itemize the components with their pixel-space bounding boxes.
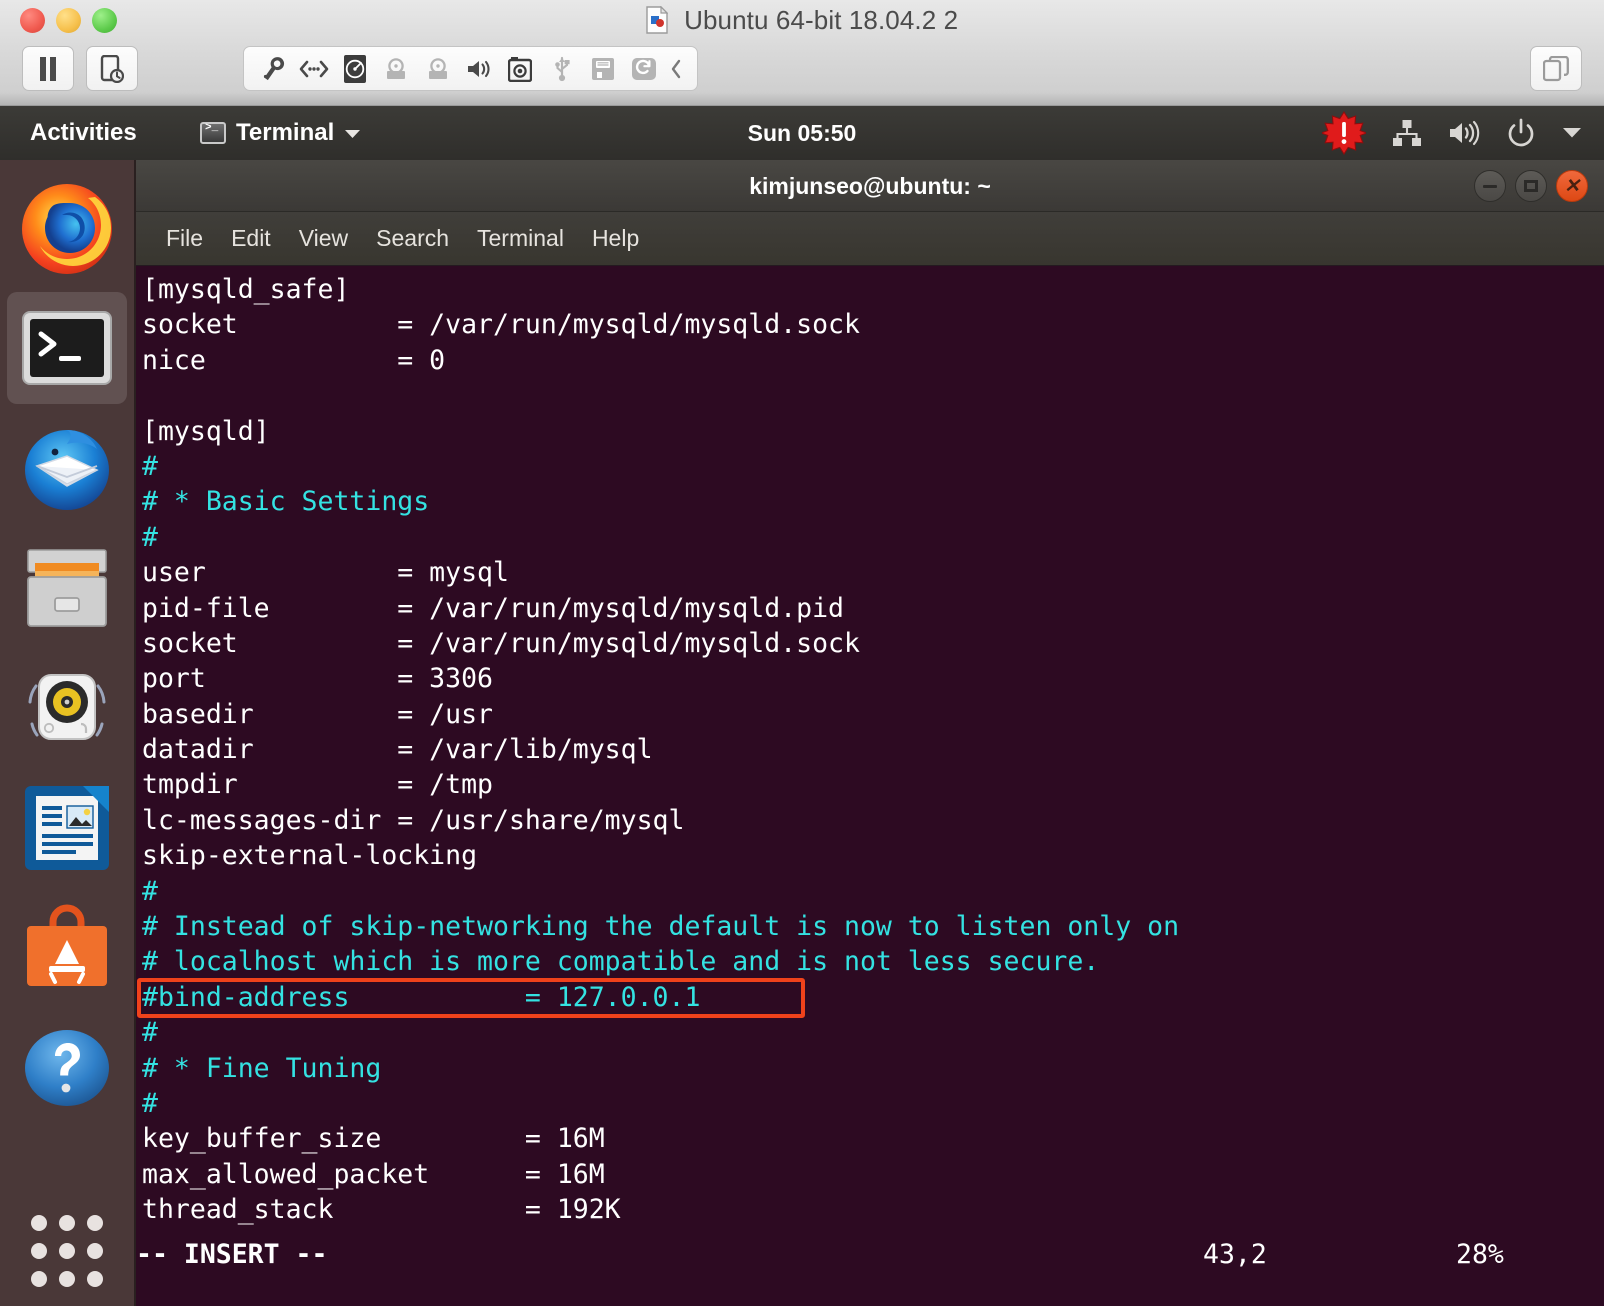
terminal-line: # Instead of skip-networking the default… [142,911,1180,943]
activities-label: Activities [30,119,137,146]
terminal-window-controls: ✕ [1474,160,1588,212]
unity-view-button[interactable] [1530,46,1582,91]
terminal-line: max_allowed_packet = 16M [142,1158,605,1190]
vim-cursor-position: 43,2 [1203,1238,1267,1270]
camera-icon[interactable] [501,49,540,89]
vm-window-title-bar: Ubuntu 64-bit 18.04.2 2 [0,5,1604,36]
terminal-line: # localhost which is more compatible and… [142,946,1100,978]
terminal-screen[interactable]: [mysqld_safe]socket = /var/run/mysqld/my… [136,266,1604,1306]
gnome-top-panel: Activities Terminal Sun 05:50 [0,106,1604,160]
app-grid-icon [31,1215,103,1287]
terminal-line: #bind-address = 127.0.0.1 [142,981,701,1013]
dock-item-rhythmbox[interactable] [7,652,127,764]
clock-label: Sun 05:50 [747,119,857,146]
terminal-line: # * Basic Settings [142,486,430,518]
minimize-button[interactable] [1474,170,1506,202]
vim-mode-indicator: -- INSERT -- [136,1238,328,1270]
show-applications-button[interactable] [7,1196,127,1306]
menu-search[interactable]: Search [362,219,463,258]
terminal-line: # [142,521,158,553]
menu-file[interactable]: File [152,219,217,258]
vim-status-line: -- INSERT -- 43,2 28% [136,1237,1598,1272]
terminal-line: pid-file = /var/run/mysqld/mysqld.pid [142,592,844,624]
terminal-window: kimjunseo@ubuntu: ~ ✕ File Edit View Sea… [136,160,1604,1306]
terminal-line: # [142,1087,158,1119]
floppy-drive-icon[interactable] [583,49,622,89]
terminal-line: nice = 0 [142,344,446,376]
maximize-button[interactable] [1515,170,1547,202]
network-adapter-icon[interactable] [294,49,333,89]
chevron-down-icon [344,119,361,147]
vm-toolbar-left [22,46,138,91]
menu-terminal[interactable]: Terminal [463,219,578,258]
wired-network-icon[interactable] [1392,119,1422,147]
terminal-line: [mysqld] [142,415,270,447]
dock-item-libreoffice-writer[interactable] [7,772,127,884]
terminal-line: # * Fine Tuning [142,1052,382,1084]
collapse-chevron-icon[interactable] [666,49,688,89]
terminal-line: user = mysql [142,557,509,589]
menu-help[interactable]: Help [578,219,653,258]
vm-window-chrome: Ubuntu 64-bit 18.04.2 2 [0,0,1604,106]
terminal-menu-bar: File Edit View Search Terminal Help [136,212,1604,266]
system-menu-chevron-icon[interactable] [1562,127,1582,139]
terminal-line: datadir = /var/lib/mysql [142,734,653,766]
terminal-line: basedir = /usr [142,698,493,730]
dock-item-ubuntu-software[interactable] [7,892,127,1004]
pause-button[interactable] [22,46,74,91]
volume-icon[interactable] [1448,119,1480,147]
menu-edit[interactable]: Edit [217,219,285,258]
hard-disk-icon[interactable] [336,49,375,89]
snapshot-button[interactable] [86,46,138,91]
app-menu-label: Terminal [236,119,335,146]
dock-item-terminal[interactable] [7,292,127,404]
terminal-text-buffer: [mysqld_safe]socket = /var/run/mysqld/my… [142,272,1604,1228]
cd-dvd-drive-2-icon[interactable] [418,49,457,89]
terminal-line: # [142,1017,158,1049]
cd-dvd-drive-icon[interactable] [377,49,416,89]
vm-document-icon [646,5,669,34]
shared-folders-icon[interactable] [625,49,664,89]
dock-item-help[interactable] [7,1012,127,1124]
activities-button[interactable]: Activities [30,106,137,160]
dock-item-thunderbird[interactable] [7,412,127,524]
terminal-icon [200,122,226,144]
sound-card-icon[interactable] [459,49,498,89]
alert-starburst-icon[interactable] [1322,111,1366,155]
terminal-line: # [142,875,158,907]
terminal-title: kimjunseo@ubuntu: ~ [749,172,991,199]
terminal-line: # [142,450,158,482]
terminal-line: skip-external-locking [142,840,478,872]
terminal-line: [mysqld_safe] [142,274,350,305]
terminal-line: tmpdir = /tmp [142,769,493,801]
terminal-title-bar: kimjunseo@ubuntu: ~ ✕ [136,160,1604,212]
dock-item-firefox[interactable] [7,172,127,284]
app-menu-button[interactable]: Terminal [200,106,361,160]
close-button[interactable]: ✕ [1556,170,1588,202]
menu-view[interactable]: View [285,219,362,258]
vm-title-text: Ubuntu 64-bit 18.04.2 2 [684,5,959,35]
terminal-line: lc-messages-dir = /usr/share/mysql [142,804,685,836]
terminal-line: port = 3306 [142,663,493,695]
usb-controller-icon[interactable] [542,49,581,89]
vm-screen: Ubuntu 64-bit 18.04.2 2 Activities >_ Te… [0,0,1604,1306]
settings-wrench-icon[interactable] [253,49,292,89]
dock-item-files[interactable] [7,532,127,644]
terminal-line: key_buffer_size = 16M [142,1123,605,1155]
ubuntu-dock [0,160,136,1306]
terminal-line: socket = /var/run/mysqld/mysqld.sock [142,309,860,341]
vm-device-toolbar [243,46,698,91]
vim-scroll-percent: 28% [1456,1238,1504,1270]
system-tray [1322,106,1582,160]
power-icon[interactable] [1506,118,1536,148]
terminal-line: thread_stack = 192K [142,1194,621,1226]
terminal-line: socket = /var/run/mysqld/mysqld.sock [142,627,860,659]
